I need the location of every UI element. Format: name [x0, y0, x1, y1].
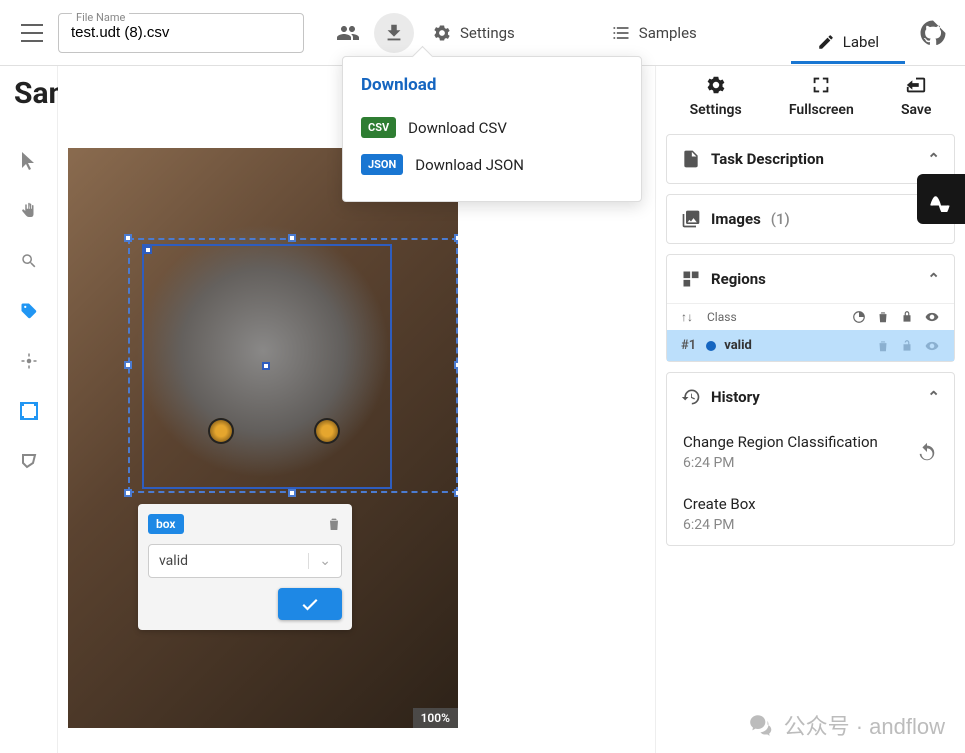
chevron-down-icon: ⌄ — [308, 553, 331, 569]
task-description-card: Task Description ⌃ — [666, 134, 955, 184]
github-icon[interactable] — [913, 13, 953, 53]
right-panel: Settings Fullscreen Save Task Descriptio… — [655, 66, 965, 753]
history-title: Create Box — [683, 495, 756, 513]
label-tab[interactable]: Label — [791, 24, 905, 64]
region-box[interactable] — [142, 244, 392, 489]
lock-open-icon[interactable] — [900, 339, 914, 353]
history-item: Create Box 6:24 PM — [667, 483, 954, 545]
delete-region-icon[interactable] — [326, 516, 342, 532]
settings-top-label: Settings — [460, 24, 515, 42]
regions-header[interactable]: Regions ⌃ — [667, 255, 954, 303]
history-item: Change Region Classification 6:24 PM — [667, 421, 954, 483]
history-time: 6:24 PM — [683, 455, 878, 471]
history-card: History ⌃ Change Region Classification 6… — [666, 372, 955, 546]
settings-button[interactable]: Settings — [690, 74, 742, 118]
samples-label: Samples — [639, 24, 697, 42]
download-menu: Download CSV Download CSV JSON Download … — [342, 56, 642, 202]
class-column-label: Class — [707, 310, 737, 324]
sort-icon[interactable]: ↑↓ — [681, 310, 693, 324]
save-button[interactable]: Save — [901, 74, 931, 118]
images-card: Images (1) — [666, 194, 955, 244]
settings-action-label: Settings — [690, 102, 742, 118]
json-chip: JSON — [361, 154, 403, 175]
resize-handle[interactable] — [124, 234, 132, 242]
samples-tab[interactable]: Samples — [599, 13, 709, 53]
images-count: (1) — [771, 210, 790, 228]
collaborators-icon[interactable] — [328, 13, 368, 53]
images-label: Images — [711, 210, 761, 228]
regions-card: Regions ⌃ ↑↓ Class #1 vali — [666, 254, 955, 362]
trash-icon[interactable] — [876, 339, 890, 353]
regions-label: Regions — [711, 270, 766, 288]
save-action-label: Save — [901, 102, 931, 118]
chevron-up-icon: ⌃ — [927, 270, 940, 288]
history-header[interactable]: History ⌃ — [667, 373, 954, 421]
history-label: History — [711, 388, 760, 406]
download-json-item[interactable]: JSON Download JSON — [361, 146, 623, 183]
zoom-badge: 100% — [413, 708, 458, 728]
resize-handle[interactable] — [454, 361, 458, 369]
filename-field-wrap: File Name — [58, 13, 304, 53]
pan-tool-icon[interactable] — [18, 200, 40, 222]
left-toolbar — [0, 66, 58, 753]
class-select-value: valid — [159, 553, 188, 569]
zoom-tool-icon[interactable] — [18, 250, 40, 272]
resize-handle[interactable] — [124, 489, 132, 497]
filename-label: File Name — [72, 11, 129, 24]
side-widget-icon[interactable] — [917, 174, 965, 224]
resize-handle[interactable] — [288, 489, 296, 497]
resize-handle[interactable] — [454, 234, 458, 242]
resize-handle[interactable] — [144, 246, 152, 254]
watermark-text: 公众号 · andflow — [784, 709, 945, 741]
undo-icon[interactable] — [916, 441, 938, 463]
chevron-up-icon: ⌃ — [927, 150, 940, 168]
chart-icon[interactable] — [852, 310, 866, 324]
download-menu-title: Download — [361, 75, 623, 95]
watermark: 公众号 · andflow — [748, 709, 945, 741]
chevron-up-icon: ⌃ — [927, 388, 940, 406]
images-header[interactable]: Images (1) — [667, 195, 954, 243]
task-description-header[interactable]: Task Description ⌃ — [667, 135, 954, 183]
select-tool-icon[interactable] — [18, 150, 40, 172]
download-icon[interactable] — [374, 13, 414, 53]
history-time: 6:24 PM — [683, 517, 756, 533]
regions-table-header: ↑↓ Class — [667, 303, 954, 330]
resize-handle[interactable] — [288, 234, 296, 242]
move-handle[interactable] — [262, 362, 270, 370]
box-tool-icon[interactable] — [18, 400, 40, 422]
settings-top-button[interactable]: Settings — [420, 13, 527, 53]
download-json-label: Download JSON — [415, 156, 524, 174]
polygon-tool-icon[interactable] — [18, 450, 40, 472]
region-popup: box valid ⌄ — [138, 504, 352, 630]
csv-chip: CSV — [361, 117, 396, 138]
label-tab-text: Label — [843, 33, 879, 51]
fullscreen-button[interactable]: Fullscreen — [789, 74, 854, 118]
region-class-name: valid — [724, 338, 752, 353]
trash-icon[interactable] — [876, 310, 890, 324]
download-csv-label: Download CSV — [408, 119, 507, 137]
point-tool-icon[interactable] — [18, 350, 40, 372]
sample-image[interactable]: box valid ⌄ 100% — [68, 148, 458, 728]
download-csv-item[interactable]: CSV Download CSV — [361, 109, 623, 146]
menu-icon[interactable] — [12, 13, 52, 53]
region-row[interactable]: #1 valid — [667, 330, 954, 361]
region-id: #1 — [681, 338, 696, 353]
task-description-label: Task Description — [711, 150, 824, 168]
region-type-chip: box — [148, 514, 184, 534]
resize-handle[interactable] — [124, 361, 132, 369]
eye-icon[interactable] — [924, 310, 940, 324]
confirm-button[interactable] — [278, 588, 342, 620]
class-select[interactable]: valid ⌄ — [148, 544, 342, 578]
tag-tool-icon[interactable] — [18, 300, 40, 322]
lock-icon[interactable] — [900, 310, 914, 324]
region-color-dot — [706, 341, 716, 351]
fullscreen-action-label: Fullscreen — [789, 102, 854, 118]
history-title: Change Region Classification — [683, 433, 878, 451]
eye-icon[interactable] — [924, 339, 940, 353]
resize-handle[interactable] — [454, 489, 458, 497]
